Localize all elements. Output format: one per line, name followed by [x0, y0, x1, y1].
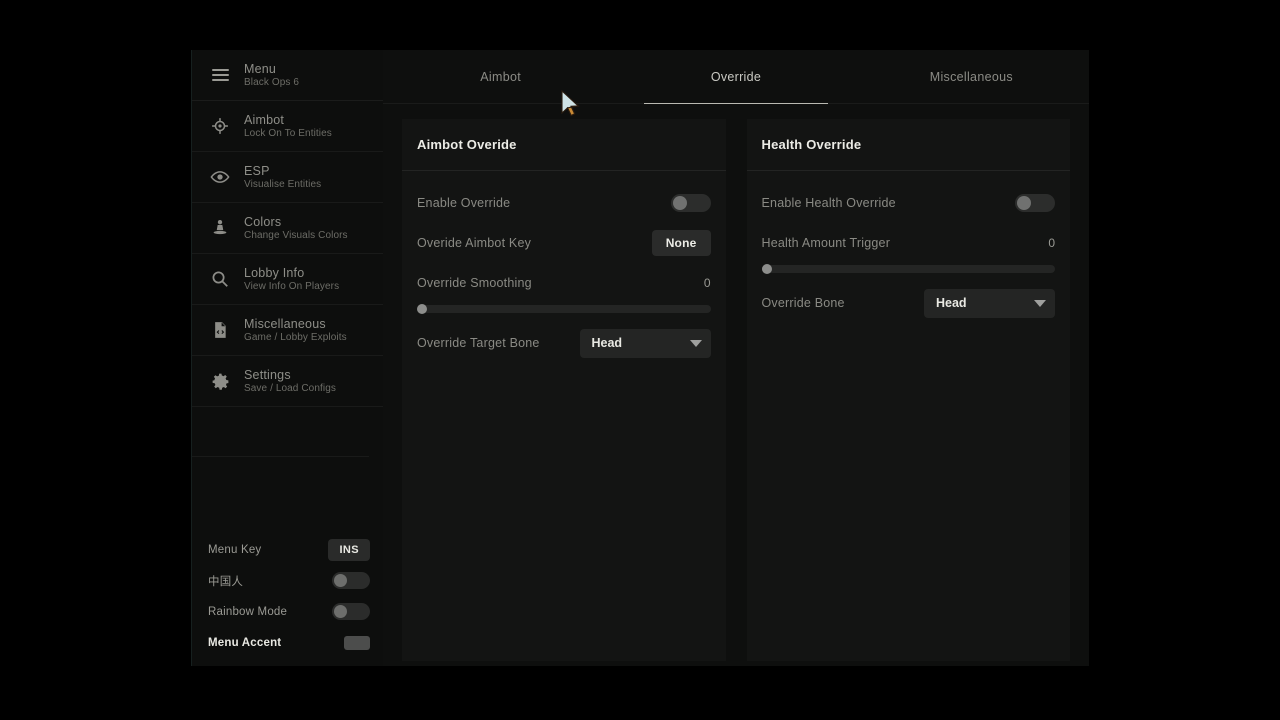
sidebar-item-sub: Visualise Entities: [244, 178, 322, 190]
aimbot-override-card: Aimbot Overide Enable Override Overide A…: [402, 119, 726, 661]
slider-thumb[interactable]: [761, 264, 772, 274]
health-amount-trigger-slider-wrap: [761, 263, 1055, 283]
sidebar-item-title: Lobby Info: [244, 265, 305, 280]
sidebar-item-sub: Save / Load Configs: [244, 382, 336, 394]
menu-accent-row[interactable]: Menu Accent: [208, 627, 370, 658]
override-aimbot-key-row[interactable]: Overide Aimbot Key None: [417, 223, 711, 263]
chinese-language-toggle[interactable]: [332, 572, 370, 589]
rainbow-mode-toggle[interactable]: [332, 603, 370, 620]
override-target-bone-label: Override Target Bone: [417, 336, 540, 350]
sidebar-item-title: Colors: [244, 214, 282, 229]
enable-override-label: Enable Override: [417, 196, 511, 210]
health-amount-trigger-label: Health Amount Trigger: [761, 236, 891, 250]
menu-accent-label: Menu Accent: [208, 636, 282, 649]
tab-aimbot[interactable]: Aimbot: [383, 50, 618, 103]
rainbow-mode-row[interactable]: Rainbow Mode: [208, 596, 370, 627]
enable-health-override-toggle[interactable]: [1015, 194, 1055, 212]
menu-key-button[interactable]: INS: [328, 538, 370, 561]
sidebar-item-title: ESP: [244, 163, 270, 178]
menu-key-row[interactable]: Menu Key INS: [208, 534, 370, 565]
health-override-title: Health Override: [761, 137, 862, 152]
main-content: Aimbot Override Miscellaneous Aimbot Ove…: [383, 50, 1089, 666]
override-target-bone-value: Head: [591, 336, 623, 350]
menu-accent-color-swatch[interactable]: [344, 635, 370, 650]
sidebar-item-settings[interactable]: Settings Save / Load Configs: [192, 356, 383, 407]
window-title: Menu: [244, 61, 277, 76]
slider-thumb[interactable]: [417, 304, 427, 314]
health-amount-trigger-value: 0: [1048, 236, 1055, 250]
sidebar-item-sub: Lock On To Entities: [244, 127, 332, 139]
sidebar-item-sub: View Info On Players: [244, 280, 340, 292]
sidebar-divider: [192, 456, 369, 457]
health-override-bone-label: Override Bone: [761, 296, 845, 310]
override-target-bone-row[interactable]: Override Target Bone Head: [417, 323, 711, 363]
sidebar-settings-group: Menu Key INS 中国人 Rainbow Mode Menu Accen…: [192, 534, 384, 666]
sidebar-header[interactable]: Menu Black Ops 6: [192, 50, 383, 101]
override-aimbot-key-label: Overide Aimbot Key: [417, 236, 532, 250]
cards-container: Aimbot Overide Enable Override Overide A…: [383, 104, 1089, 666]
sidebar-item-title: Aimbot: [244, 112, 285, 127]
override-smoothing-slider[interactable]: [417, 304, 711, 314]
rainbow-mode-label: Rainbow Mode: [208, 605, 288, 618]
hamburger-icon[interactable]: [206, 69, 234, 81]
sidebar-item-esp[interactable]: ESP Visualise Entities: [192, 152, 383, 203]
health-override-bone-value: Head: [936, 296, 967, 310]
sidebar-item-title: Settings: [244, 367, 291, 382]
sidebar-item-lobby-info[interactable]: Lobby Info View Info On Players: [192, 254, 383, 305]
enable-health-override-row[interactable]: Enable Health Override: [761, 183, 1055, 223]
health-amount-trigger-row: Health Amount Trigger 0: [762, 223, 1056, 263]
sidebar-item-miscellaneous[interactable]: Miscellaneous Game / Lobby Exploits: [192, 305, 383, 356]
sidebar-item-aimbot[interactable]: Aimbot Lock On To Entities: [192, 101, 383, 152]
override-smoothing-value: 0: [703, 276, 711, 290]
menu-key-label: Menu Key: [208, 543, 262, 556]
override-smoothing-row: Override Smoothing 0: [417, 263, 711, 303]
chevron-down-icon: [689, 339, 702, 347]
tab-override[interactable]: Override: [618, 50, 853, 104]
health-override-bone-select[interactable]: Head: [924, 288, 1055, 318]
health-override-bone-row[interactable]: Override Bone Head: [761, 283, 1055, 323]
cheat-menu-window: Menu Black Ops 6 Aimbot Lock On To Entit…: [191, 50, 1089, 666]
enable-health-override-label: Enable Health Override: [761, 196, 896, 210]
health-override-card: Health Override Enable Health Override H…: [746, 119, 1071, 661]
tab-bar: Aimbot Override Miscellaneous: [383, 50, 1089, 104]
health-amount-trigger-slider[interactable]: [761, 264, 1055, 274]
magnifier-icon: [206, 268, 234, 290]
sidebar-item-colors[interactable]: Colors Change Visuals Colors: [192, 203, 383, 254]
gear-icon: [206, 371, 234, 392]
aimbot-override-title: Aimbot Overide: [417, 137, 517, 152]
chinese-language-label: 中国人: [208, 575, 244, 588]
sidebar-item-sub: Change Visuals Colors: [244, 229, 348, 241]
enable-override-toggle[interactable]: [670, 194, 711, 212]
chevron-down-icon: [1034, 299, 1046, 307]
override-aimbot-key-button[interactable]: None: [651, 230, 711, 256]
aimbot-override-card-body: Enable Override Overide Aimbot Key None …: [402, 171, 726, 363]
override-target-bone-select[interactable]: Head: [579, 328, 711, 358]
eye-icon: [206, 166, 234, 188]
health-override-card-body: Enable Health Override Health Amount Tri…: [747, 171, 1071, 323]
sidebar: Menu Black Ops 6 Aimbot Lock On To Entit…: [191, 50, 383, 666]
window-subtitle: Black Ops 6: [244, 76, 300, 88]
chinese-language-row[interactable]: 中国人: [208, 565, 370, 596]
aimbot-override-card-header: Aimbot Overide: [402, 119, 726, 171]
enable-override-row[interactable]: Enable Override: [417, 183, 711, 223]
override-smoothing-label: Override Smoothing: [417, 276, 532, 290]
tab-miscellaneous[interactable]: Miscellaneous: [854, 50, 1089, 103]
sidebar-item-sub: Game / Lobby Exploits: [244, 331, 347, 343]
person-color-icon: [206, 218, 234, 238]
file-code-icon: [206, 320, 234, 340]
override-smoothing-slider-wrap: [417, 303, 711, 323]
health-override-card-header: Health Override: [746, 119, 1070, 171]
crosshair-icon: [206, 116, 234, 136]
sidebar-item-title: Miscellaneous: [244, 316, 326, 331]
